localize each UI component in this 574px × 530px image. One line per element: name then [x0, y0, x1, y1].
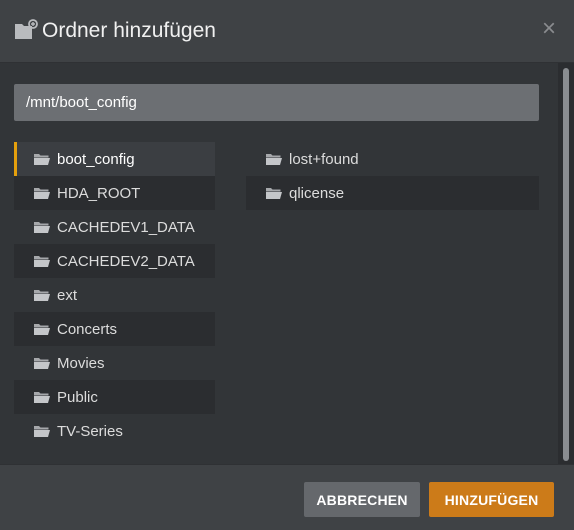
- add-folder-dialog: Ordner hinzufügen × boot_config HDA_ROOT C…: [0, 0, 574, 530]
- scrollbar[interactable]: [558, 63, 574, 464]
- folder-item-label: boot_config: [57, 150, 135, 168]
- add-button[interactable]: HINZUFÜGEN: [429, 482, 554, 517]
- folder-add-icon: [15, 19, 38, 39]
- close-icon: ×: [541, 15, 556, 42]
- scrollbar-thumb[interactable]: [563, 68, 569, 461]
- folder-list-left: boot_config HDA_ROOT CACHEDEV1_DATA CACHEDE…: [14, 142, 215, 448]
- folder-icon: [34, 290, 50, 301]
- folder-item[interactable]: qlicense: [246, 176, 539, 210]
- folder-item[interactable]: Movies: [14, 346, 215, 380]
- folder-icon: [34, 324, 50, 335]
- folder-icon: [34, 426, 50, 437]
- dialog-header: Ordner hinzufügen ×: [0, 0, 574, 63]
- folder-icon: [266, 188, 282, 199]
- folder-icon: [34, 358, 50, 369]
- folder-item[interactable]: ext: [14, 278, 215, 312]
- folder-item-label: TV-Series: [57, 422, 123, 440]
- dialog-footer: ABBRECHEN HINZUFÜGEN: [0, 464, 574, 530]
- dialog-title: Ordner hinzufügen: [42, 19, 216, 42]
- folder-item-label: CACHEDEV1_DATA: [57, 218, 195, 236]
- folder-item[interactable]: boot_config: [14, 142, 215, 176]
- path-input[interactable]: [14, 84, 539, 121]
- folder-item[interactable]: TV-Series: [14, 414, 215, 448]
- cancel-button[interactable]: ABBRECHEN: [304, 482, 420, 517]
- folder-item[interactable]: CACHEDEV1_DATA: [14, 210, 215, 244]
- folder-item[interactable]: HDA_ROOT: [14, 176, 215, 210]
- close-button[interactable]: ×: [538, 17, 560, 41]
- folder-item-label: lost+found: [289, 150, 359, 168]
- folder-item-label: qlicense: [289, 184, 345, 202]
- folder-icon: [34, 188, 50, 199]
- folder-icon: [34, 222, 50, 233]
- folder-icon: [34, 256, 50, 267]
- folder-list-right: lost+found qlicense: [246, 142, 539, 210]
- folder-icon: [34, 154, 50, 165]
- folder-item[interactable]: Concerts: [14, 312, 215, 346]
- folder-item-label: Concerts: [57, 320, 118, 338]
- folder-item[interactable]: Public: [14, 380, 215, 414]
- folder-item[interactable]: CACHEDEV2_DATA: [14, 244, 215, 278]
- dialog-body: boot_config HDA_ROOT CACHEDEV1_DATA CACHEDE…: [0, 63, 574, 464]
- folder-item-label: HDA_ROOT: [57, 184, 141, 202]
- folder-item-label: ext: [57, 286, 78, 304]
- folder-icon: [266, 154, 282, 165]
- folder-item-label: Public: [57, 388, 98, 406]
- folder-item-label: Movies: [57, 354, 105, 372]
- folder-item-label: CACHEDEV2_DATA: [57, 252, 195, 270]
- folder-icon: [34, 392, 50, 403]
- folder-item[interactable]: lost+found: [246, 142, 539, 176]
